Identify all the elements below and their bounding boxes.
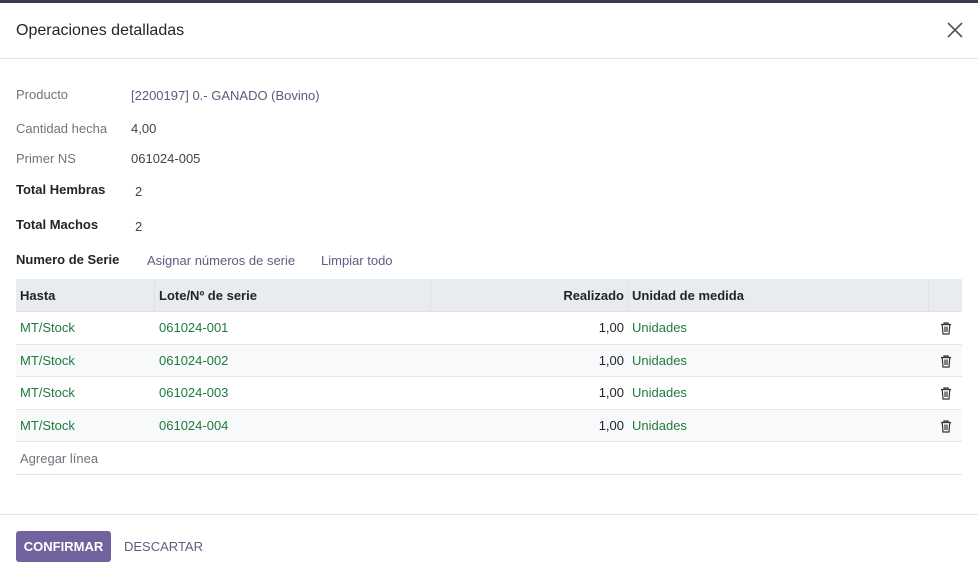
cell-hasta[interactable]: MT/Stock: [20, 312, 75, 344]
serial-section-title: Numero de Serie: [16, 252, 120, 267]
cell-realizado[interactable]: 1,00: [436, 377, 624, 409]
cell-lote[interactable]: 061024-003: [159, 377, 228, 409]
column-header-hasta[interactable]: Hasta: [20, 279, 55, 312]
column-header-lote[interactable]: Lote/Nº de serie: [159, 279, 257, 312]
trash-icon[interactable]: [940, 419, 952, 433]
confirm-button[interactable]: Confirmar: [16, 531, 111, 562]
table-header: Hasta Lote/Nº de serie Realizado Unidad …: [16, 279, 962, 312]
dialog-header: Operaciones detalladas: [0, 3, 978, 59]
hembras-label: Total Hembras: [16, 182, 106, 197]
table-row[interactable]: MT/Stock 061024-003 1,00 Unidades: [16, 377, 962, 410]
column-divider: [430, 279, 431, 312]
primer-ns-value: 061024-005: [131, 151, 201, 166]
cell-realizado[interactable]: 1,00: [436, 410, 624, 442]
machos-label: Total Machos: [16, 217, 99, 232]
cell-unidad[interactable]: Unidades: [632, 410, 687, 442]
add-line-link[interactable]: Agregar línea: [20, 442, 98, 475]
close-icon[interactable]: [946, 21, 964, 39]
cell-unidad[interactable]: Unidades: [632, 345, 687, 377]
cell-realizado[interactable]: 1,00: [436, 312, 624, 344]
column-header-realizado[interactable]: Realizado: [436, 279, 624, 312]
table-row[interactable]: MT/Stock 061024-001 1,00 Unidades: [16, 312, 962, 345]
producto-label: Producto: [16, 87, 69, 102]
trash-icon[interactable]: [940, 322, 952, 335]
column-divider: [154, 279, 155, 312]
trash-icon[interactable]: [940, 354, 952, 368]
hembras-value: 2: [135, 184, 143, 199]
table-row[interactable]: MT/Stock 061024-002 1,00 Unidades: [16, 344, 962, 377]
column-divider: [628, 279, 629, 312]
column-divider: [928, 279, 929, 312]
cell-hasta[interactable]: MT/Stock: [20, 345, 75, 377]
table-row[interactable]: MT/Stock 061024-004 1,00 Unidades: [16, 409, 962, 442]
clear-all-link[interactable]: Limpiar todo: [321, 253, 393, 268]
cantidad-label: Cantidad hecha: [16, 121, 108, 136]
operations-table: Hasta Lote/Nº de serie Realizado Unidad …: [16, 279, 962, 475]
cell-lote[interactable]: 061024-004: [159, 410, 228, 442]
machos-value: 2: [135, 219, 143, 234]
dialog-title: Operaciones detalladas: [16, 22, 185, 39]
discard-button[interactable]: Descartar: [118, 531, 209, 562]
cell-hasta[interactable]: MT/Stock: [20, 410, 75, 442]
trash-icon[interactable]: [940, 387, 952, 400]
add-line-row: Agregar línea: [16, 442, 962, 475]
assign-serials-link[interactable]: Asignar números de serie: [147, 253, 295, 268]
footer-divider: [0, 514, 978, 515]
producto-value[interactable]: [2200197] 0.- GANADO (Bovino): [131, 88, 320, 103]
cell-lote[interactable]: 061024-002: [159, 345, 228, 377]
cantidad-value: 4,00: [131, 121, 157, 136]
cell-unidad[interactable]: Unidades: [632, 377, 687, 409]
cell-realizado[interactable]: 1,00: [436, 345, 624, 377]
cell-unidad[interactable]: Unidades: [632, 312, 687, 344]
cell-hasta[interactable]: MT/Stock: [20, 377, 75, 409]
column-header-unidad[interactable]: Unidad de medida: [632, 279, 744, 312]
cell-lote[interactable]: 061024-001: [159, 312, 228, 344]
primer-ns-label: Primer NS: [16, 151, 76, 166]
